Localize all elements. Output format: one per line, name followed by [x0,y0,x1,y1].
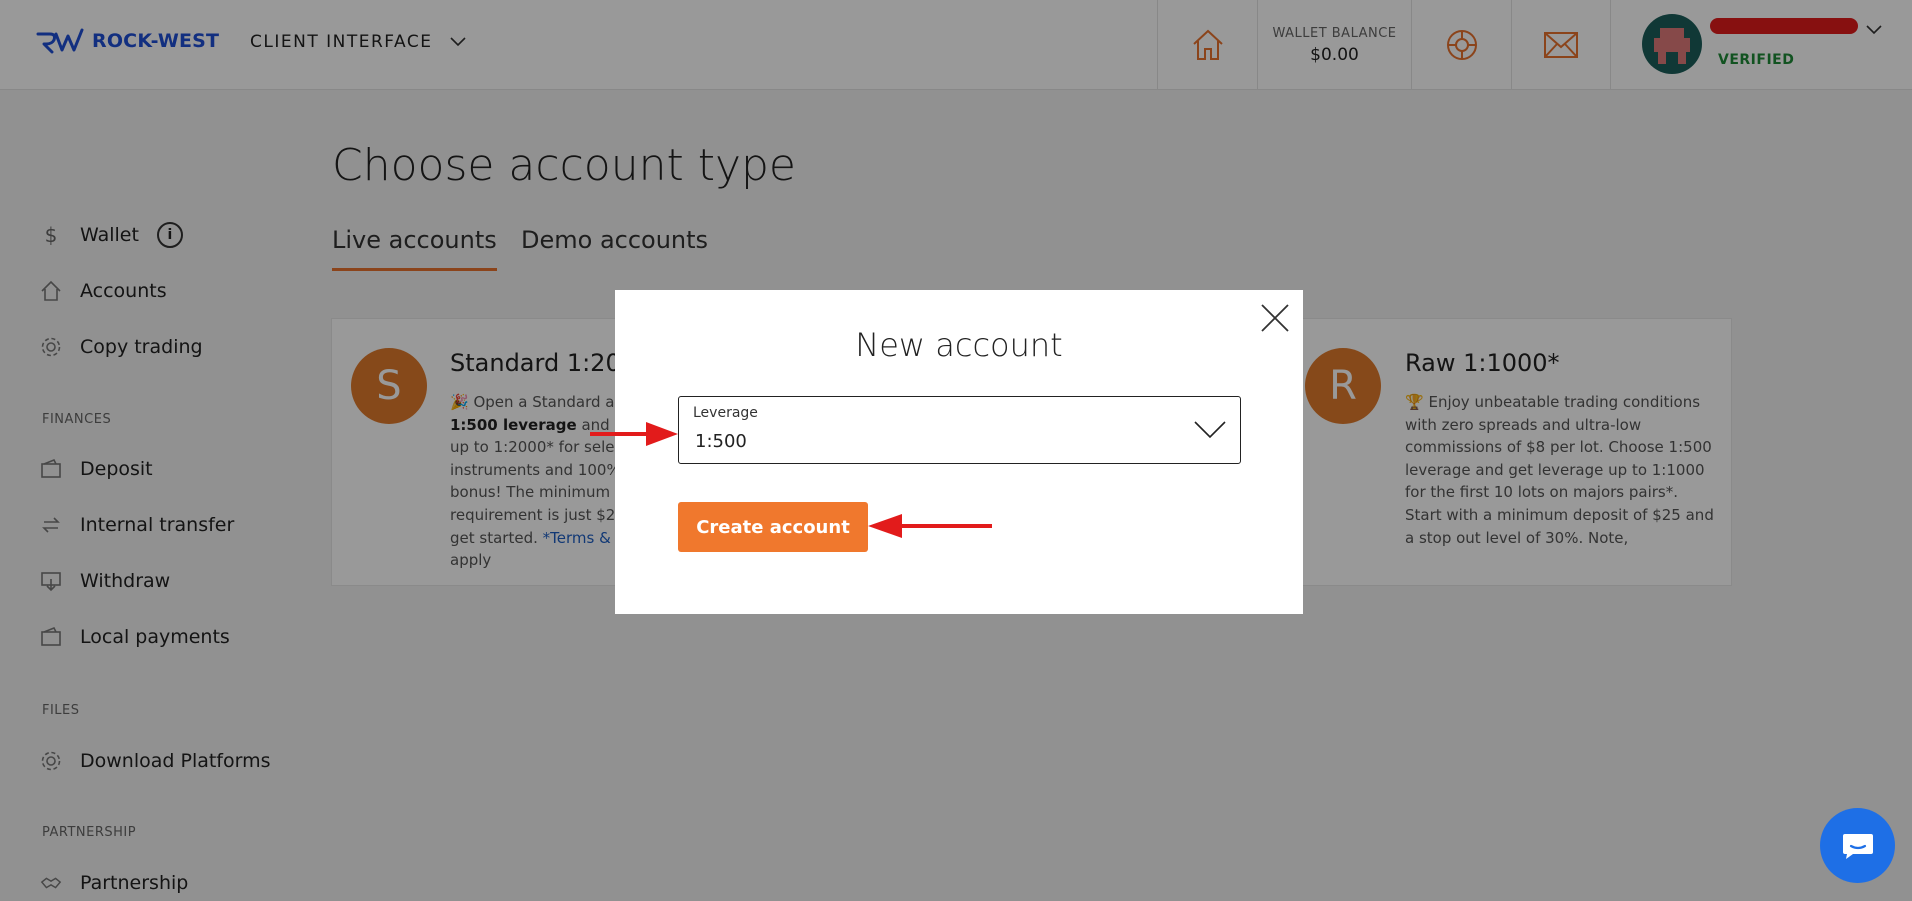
modal-title: New account [855,326,1063,364]
leverage-select[interactable]: Leverage 1:500 [678,396,1241,464]
chat-icon [1842,833,1873,859]
close-icon [1261,304,1289,332]
leverage-label: Leverage [693,405,758,421]
annotation-arrow-right [590,422,678,446]
leverage-value: 1:500 [695,431,747,452]
new-account-modal: New account Leverage 1:500 Create accoun… [615,290,1303,614]
annotation-arrow-left [868,514,992,538]
close-button[interactable] [1259,302,1291,334]
chevron-down-icon [1194,421,1226,439]
chat-button[interactable] [1820,808,1895,883]
create-account-button[interactable]: Create account [678,502,868,552]
